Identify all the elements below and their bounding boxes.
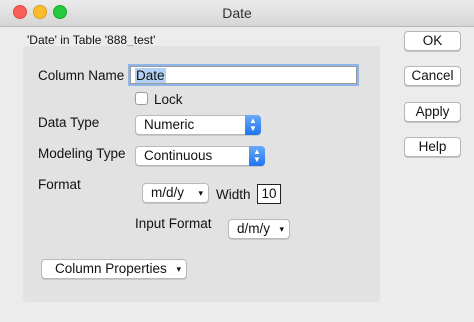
column-name-value: Date (135, 68, 166, 83)
modeling-type-value: Continuous (144, 148, 213, 163)
input-format-select[interactable]: d/m/y ▾ (228, 219, 290, 239)
modeling-type-select[interactable]: Continuous ▲ ▼ (135, 146, 265, 166)
column-name-label: Column Name (38, 68, 125, 83)
chevron-down-icon: ▾ (176, 264, 181, 274)
window-title: Date (222, 5, 252, 21)
data-type-stepper-icon: ▲ ▼ (245, 115, 261, 135)
column-properties-label: Column Properties (55, 261, 167, 276)
width-field[interactable]: 10 (257, 184, 281, 204)
chevron-down-icon: ▾ (279, 224, 284, 234)
apply-button[interactable]: Apply (404, 102, 461, 122)
format-label: Format (38, 177, 81, 192)
data-type-select[interactable]: Numeric ▲ ▼ (135, 115, 261, 135)
dialog-subtitle: 'Date' in Table '888_test' (27, 33, 156, 47)
input-format-value: d/m/y (237, 221, 271, 236)
ok-button[interactable]: OK (404, 31, 461, 51)
column-properties-button[interactable]: Column Properties ▾ (41, 259, 187, 279)
modeling-type-label: Modeling Type (38, 146, 126, 161)
cancel-button[interactable]: Cancel (404, 66, 461, 86)
title-bar: Date (0, 0, 474, 27)
column-name-field[interactable]: Date (130, 66, 357, 84)
width-label: Width (216, 187, 251, 202)
format-value: m/d/y (151, 185, 185, 200)
lock-checkbox[interactable] (135, 92, 148, 105)
chevron-down-icon: ▾ (198, 188, 203, 198)
format-select[interactable]: m/d/y ▾ (142, 183, 209, 203)
data-type-label: Data Type (38, 115, 100, 130)
help-button[interactable]: Help (404, 137, 461, 157)
data-type-value: Numeric (144, 117, 195, 132)
input-format-label: Input Format (135, 216, 212, 231)
modeling-type-stepper-icon: ▲ ▼ (249, 146, 265, 166)
lock-label: Lock (154, 92, 183, 107)
